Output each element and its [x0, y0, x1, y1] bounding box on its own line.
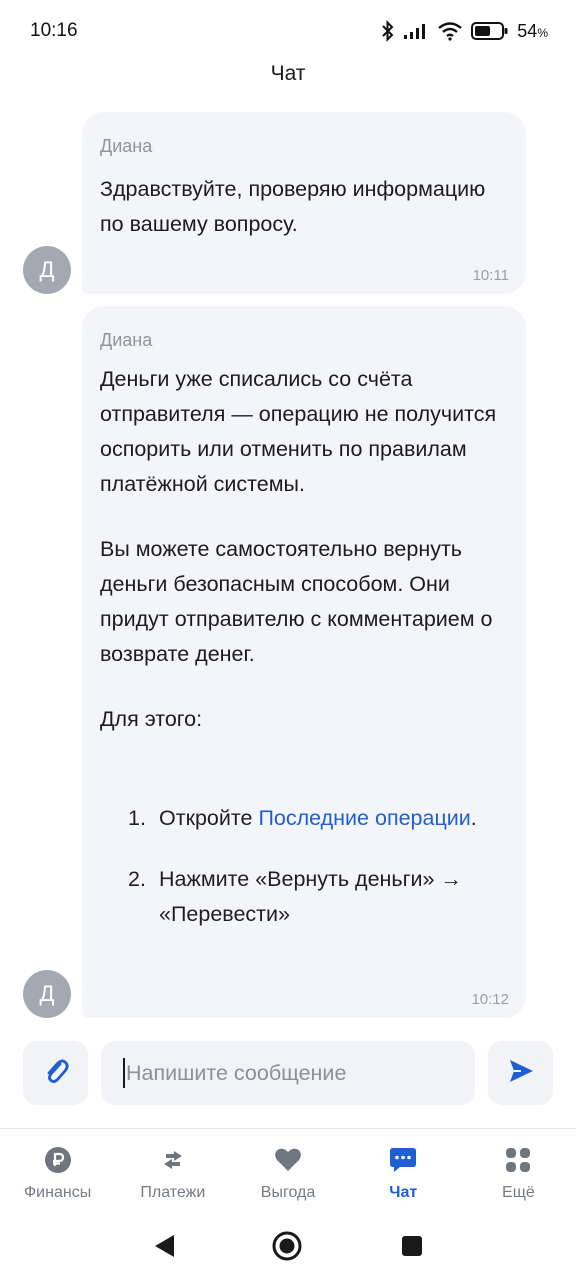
nav-label: Выгода [260, 1184, 316, 1201]
chat-screen: 10:16 54% Чат Диана Здравствуйте, провер… [0, 0, 576, 1280]
home-button[interactable] [271, 1230, 303, 1262]
back-button[interactable] [148, 1230, 180, 1262]
status-time: 10:16 [30, 20, 78, 41]
page-title: Чат [270, 62, 306, 85]
ruble-icon [43, 1145, 73, 1175]
sender-name: Диана [100, 136, 153, 156]
nav-item-benefits[interactable]: Выгода [230, 1129, 345, 1212]
send-button[interactable] [488, 1041, 553, 1105]
heart-icon [273, 1145, 303, 1175]
message-placeholder: Напишите сообщение [126, 1060, 347, 1085]
send-icon [507, 1057, 535, 1090]
sender-name: Диана [100, 330, 153, 350]
paperclip-icon [41, 1056, 71, 1091]
status-icons: 54% [381, 20, 548, 42]
avatar: Д [23, 246, 71, 294]
message-paragraph: Для этого: [100, 707, 203, 731]
battery-percent: 54% [517, 20, 548, 41]
message-time: 10:12 [471, 991, 509, 1008]
message-paragraph: Деньги уже списались со счёта отправител… [100, 367, 497, 496]
nav-item-finances[interactable]: Финансы [0, 1129, 115, 1212]
signal-icon [403, 22, 429, 40]
chat-bubble-icon [388, 1145, 418, 1175]
nav-item-chat[interactable]: Чат [346, 1129, 461, 1212]
message-time: 10:11 [472, 267, 509, 284]
nav-label: Платежи [140, 1184, 206, 1201]
recent-apps-button[interactable] [396, 1230, 428, 1262]
avatar: Д [23, 970, 71, 1018]
bluetooth-icon [381, 20, 395, 42]
nav-label: Чат [389, 1184, 418, 1201]
text-cursor [123, 1058, 125, 1088]
nav-item-more[interactable]: Ещё [461, 1129, 576, 1212]
transfer-arrows-icon [158, 1145, 188, 1175]
recent-operations-link[interactable]: Последние операции [258, 806, 470, 830]
list-item: 1. Откройте Последние операции. [128, 806, 477, 830]
list-item: 2. Нажмите «Вернуть деньги» → «Перевести… [128, 867, 462, 926]
nav-label: Ещё [502, 1184, 535, 1201]
nav-label: Финансы [24, 1184, 92, 1201]
wifi-icon [437, 21, 463, 41]
status-bar: 10:16 54% [0, 0, 576, 62]
bottom-navigation: Финансы Платежи Выгода Чат Ещё [0, 1128, 576, 1212]
grid-icon [503, 1145, 533, 1175]
battery-icon [471, 21, 509, 41]
system-navigation-bar [0, 1212, 576, 1280]
message-bubble: Диана Здравствуйте, проверяю информацию … [82, 112, 526, 294]
nav-item-payments[interactable]: Платежи [115, 1129, 230, 1212]
attach-button[interactable] [23, 1041, 88, 1105]
message-text: Здравствуйте, проверяю информацию по ваш… [100, 177, 486, 236]
message-bubble: Диана Деньги уже списались со счёта отпр… [82, 306, 526, 1018]
message-input[interactable]: Напишите сообщение [101, 1041, 475, 1105]
message-paragraph: Вы можете самостоятельно вернуть деньги … [100, 537, 493, 666]
steps-list: 1. Откройте Последние операции. 2. Нажми… [128, 801, 508, 932]
